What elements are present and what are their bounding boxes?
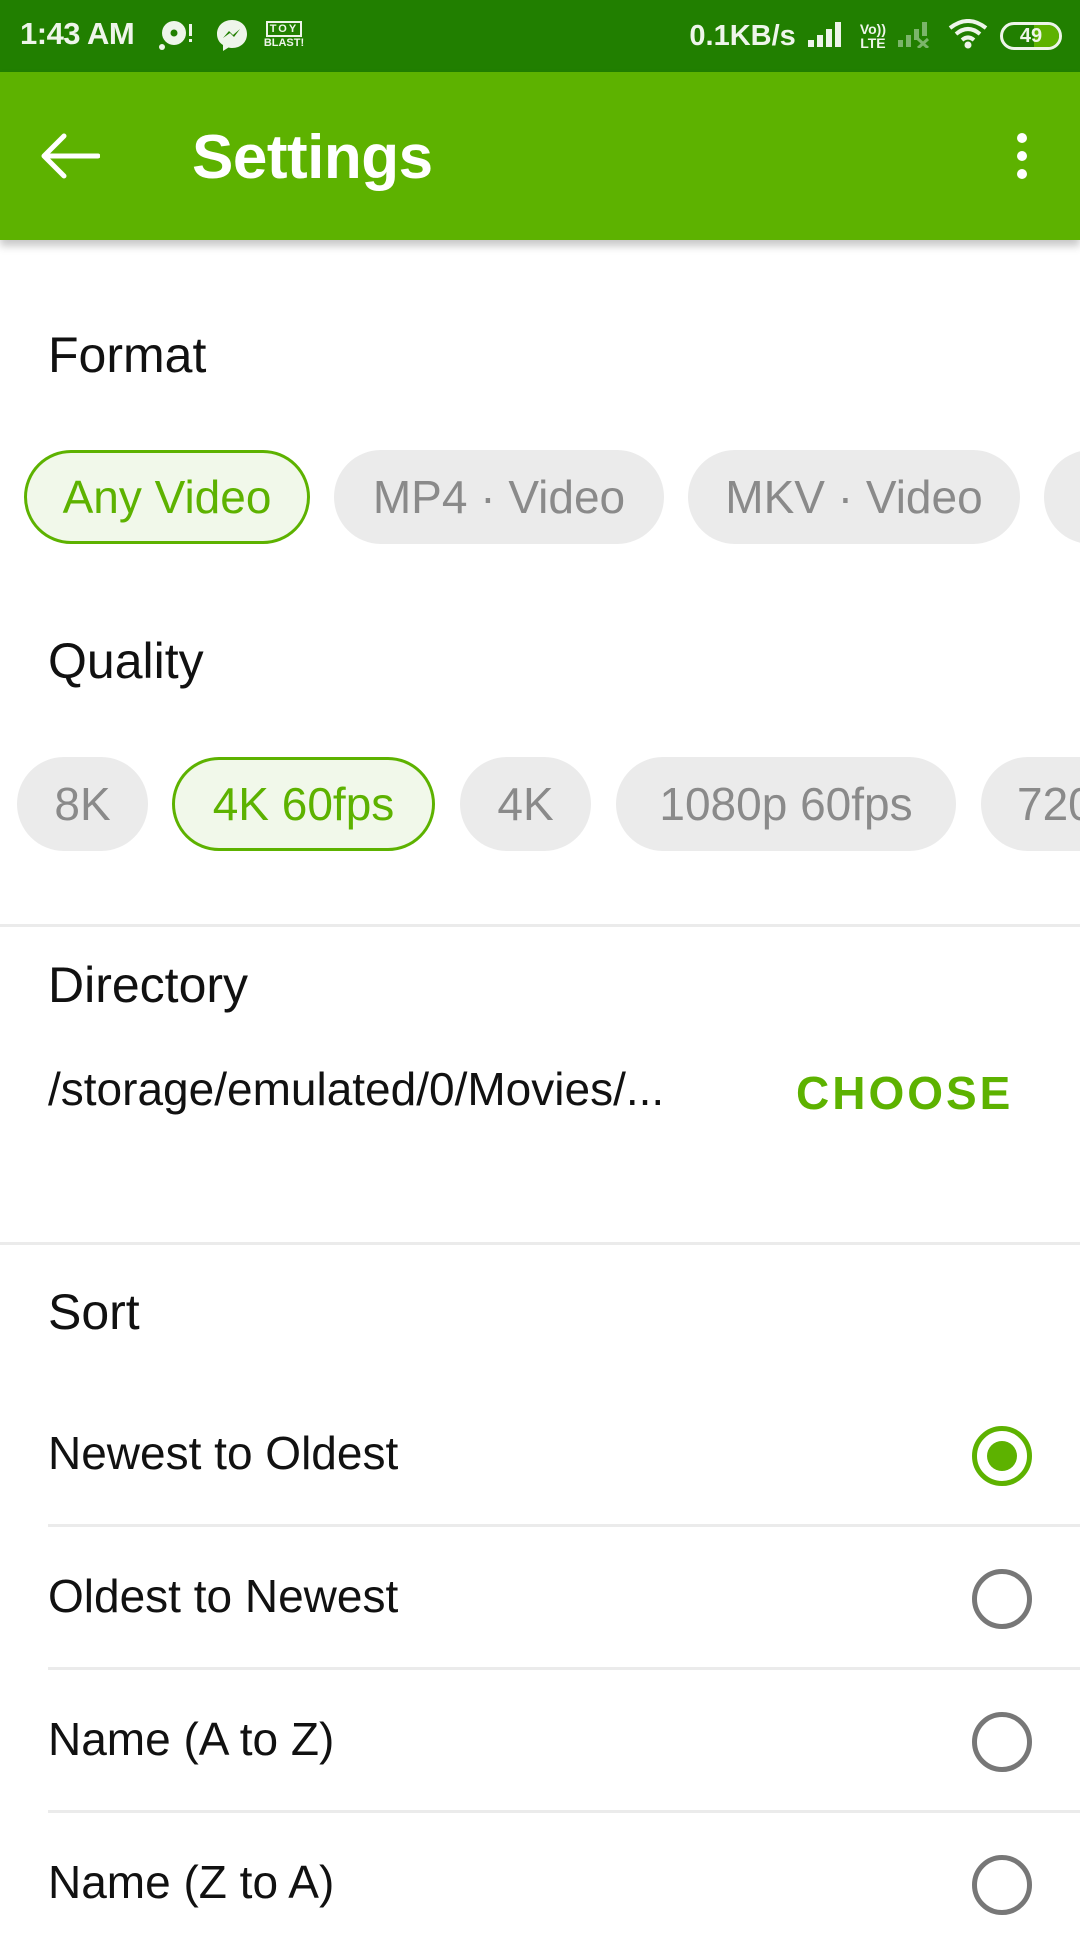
- directory-path: /storage/emulated/0/Movies/...: [48, 1063, 665, 1115]
- more-vert-icon: [1017, 133, 1027, 179]
- quality-chip-4k-60fps[interactable]: 4K 60fps: [172, 757, 435, 851]
- choose-directory-button[interactable]: CHOOSE: [796, 1066, 1013, 1120]
- battery-icon: 49: [1000, 22, 1062, 50]
- directory-label: Directory: [48, 957, 249, 1013]
- toy-blast-icon: TOY BLAST!: [263, 21, 305, 49]
- format-chip-any-video[interactable]: Any Video: [24, 450, 310, 544]
- status-time: 1:43 AM: [20, 16, 135, 51]
- network-speed: 0.1KB/s: [689, 19, 796, 52]
- sort-option-oldest-to-newest[interactable]: Oldest to Newest: [0, 1527, 1080, 1670]
- format-label: Format: [48, 327, 207, 383]
- quality-chip-8k[interactable]: 8K: [17, 757, 148, 851]
- radio-button-unchecked[interactable]: [972, 1569, 1032, 1629]
- wifi-icon: [948, 18, 988, 54]
- no-signal-sim2-icon: [898, 20, 936, 53]
- back-button[interactable]: [30, 116, 110, 196]
- app-bar: Settings: [0, 72, 1080, 240]
- quality-chip-row[interactable]: 8K 4K 60fps 4K 1080p 60fps 720: [0, 757, 1080, 853]
- quality-chip-4k[interactable]: 4K: [460, 757, 591, 851]
- messenger-icon: [212, 16, 252, 54]
- quality-chip-720[interactable]: 720: [981, 757, 1080, 851]
- quality-label: Quality: [48, 633, 204, 689]
- sort-option-label: Name (A to Z): [48, 1713, 335, 1765]
- more-options-button[interactable]: [982, 116, 1062, 196]
- arrow-left-icon: [41, 133, 100, 179]
- sort-option-name-a-to-z[interactable]: Name (A to Z): [0, 1670, 1080, 1813]
- format-chip-mp4-video[interactable]: MP4 · Video: [334, 450, 664, 544]
- radio-button-checked[interactable]: [972, 1426, 1032, 1486]
- page-title: Settings: [192, 123, 433, 192]
- volte-icon: Vo)) LTE: [859, 21, 886, 51]
- sort-option-name-z-to-a[interactable]: Name (Z to A): [0, 1813, 1080, 1956]
- sort-label: Sort: [48, 1284, 140, 1340]
- sort-option-label: Oldest to Newest: [48, 1570, 399, 1622]
- quality-chip-1080p-60fps[interactable]: 1080p 60fps: [616, 757, 956, 851]
- signal-strength-icon: [807, 20, 848, 53]
- radio-button-unchecked[interactable]: [972, 1855, 1032, 1915]
- battery-level: 49: [1019, 24, 1043, 47]
- format-chip-more[interactable]: [1044, 450, 1080, 544]
- sort-option-label: Name (Z to A): [48, 1856, 335, 1908]
- section-divider: [0, 924, 1080, 927]
- status-bar: 1:43 AM TOY BLAST! 0.1KB/s Vo)) LTE 49: [0, 0, 1080, 72]
- sort-option-newest-to-oldest[interactable]: Newest to Oldest: [0, 1384, 1080, 1527]
- radio-button-unchecked[interactable]: [972, 1712, 1032, 1772]
- format-chip-row[interactable]: Any Video MP4 · Video MKV · Video: [0, 450, 1080, 546]
- section-divider: [0, 1242, 1080, 1245]
- music-notification-icon: [158, 16, 196, 54]
- sort-option-label: Newest to Oldest: [48, 1427, 399, 1479]
- format-chip-mkv-video[interactable]: MKV · Video: [688, 450, 1020, 544]
